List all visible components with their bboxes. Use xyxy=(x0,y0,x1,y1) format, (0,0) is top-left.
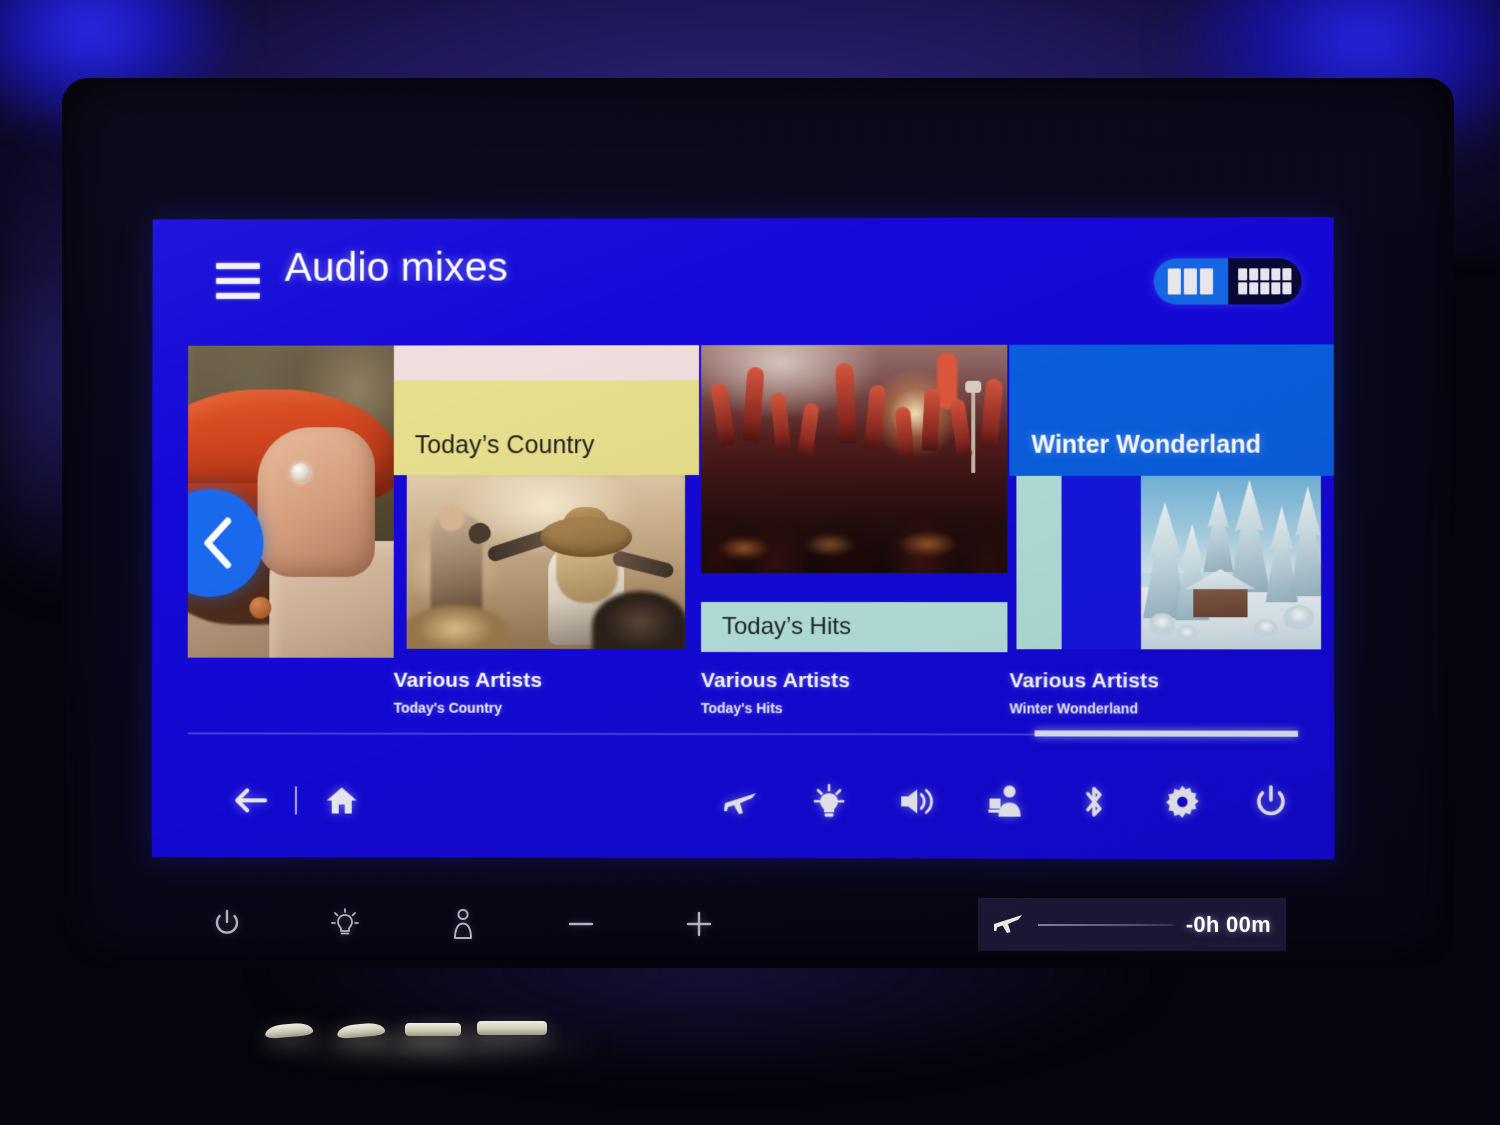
flight-progress-widget[interactable]: -0h 00m xyxy=(978,898,1286,951)
mix-subtitle: Today's Hits xyxy=(700,700,783,717)
airplane-icon xyxy=(992,908,1026,941)
home-icon[interactable] xyxy=(319,777,365,823)
bezel-control-row xyxy=(205,902,721,946)
toolbar-right-group xyxy=(718,778,1294,825)
snowy-forest-photo xyxy=(1140,475,1322,650)
power-icon[interactable] xyxy=(1248,778,1294,824)
tile-icon xyxy=(1168,268,1182,295)
album-art: Winter Wonderland xyxy=(1009,344,1335,659)
art-blue-stripe xyxy=(1061,475,1142,650)
hardware-button-pill[interactable] xyxy=(477,1021,547,1035)
carousel-view-toggle[interactable] xyxy=(1153,258,1228,305)
hamburger-line xyxy=(216,292,260,299)
speaker-icon[interactable] xyxy=(894,778,940,824)
mix-card-todays-country[interactable]: Today’s Country Various Artists Today's … xyxy=(393,345,700,716)
card-meta: Various Artists Winter Wonderland xyxy=(1009,658,1334,716)
mix-card-winter-wonderland[interactable]: Winter Wonderland Various Artists Winter… xyxy=(1009,344,1335,716)
artist-name: Various Artists xyxy=(393,668,543,692)
arrow-left-icon[interactable] xyxy=(227,777,273,823)
mix-card-peek[interactable] xyxy=(187,345,405,658)
mix-subtitle: Today's Country xyxy=(393,699,503,716)
bezel-volume-down-button[interactable] xyxy=(559,902,603,946)
artist-name: Various Artists xyxy=(1009,669,1160,693)
hardware-button-pill[interactable] xyxy=(405,1023,461,1036)
art-cyan-stripe xyxy=(1016,475,1062,650)
mix-card-todays-hits[interactable]: Today’s Hits Various Artists Today's Hit… xyxy=(700,344,1008,717)
country-festival-photo xyxy=(406,475,686,649)
album-art: Today’s Hits xyxy=(700,344,1008,659)
photo-of-ife-screen: Audio mixes Today’s Country Various Arti… xyxy=(0,0,1500,1125)
mix-subtitle: Winter Wonderland xyxy=(1009,700,1139,717)
audio-mixes-carousel[interactable]: Today’s Country Various Artists Today's … xyxy=(152,344,1335,731)
hamburger-line xyxy=(216,277,260,284)
carousel-scrollbar[interactable] xyxy=(152,729,1334,738)
art-title-band: Winter Wonderland xyxy=(1009,344,1334,476)
toolbar-divider xyxy=(294,785,297,814)
hardware-button-row xyxy=(255,1012,575,1052)
bezel-attendant-call-button[interactable] xyxy=(441,902,485,946)
album-art: Today’s Country xyxy=(393,345,700,659)
art-gap xyxy=(701,572,1008,603)
tile-icon xyxy=(1200,268,1214,295)
airplane-icon[interactable] xyxy=(718,778,764,824)
album-art xyxy=(187,345,405,658)
grid-view-toggle[interactable] xyxy=(1227,258,1302,305)
hardware-button-curved[interactable] xyxy=(264,1021,314,1040)
bezel-reading-light-button[interactable] xyxy=(323,902,367,946)
page-title: Audio mixes xyxy=(284,243,508,290)
app-header: Audio mixes xyxy=(152,217,1333,346)
mix-title: Today’s Hits xyxy=(721,613,852,641)
view-toggle[interactable] xyxy=(1153,258,1302,305)
hamburger-line xyxy=(216,262,260,270)
card-meta: Various Artists Today's Hits xyxy=(701,658,1008,716)
scrollbar-thumb[interactable] xyxy=(1034,730,1299,737)
mix-title: Winter Wonderland xyxy=(1031,430,1261,459)
gear-icon[interactable] xyxy=(1159,778,1205,824)
concert-crowd-photo xyxy=(701,344,1008,574)
tile-icon xyxy=(1184,268,1198,295)
artist-name: Various Artists xyxy=(700,669,851,693)
flight-progress-track xyxy=(1038,923,1174,926)
mix-title: Today’s Country xyxy=(414,431,595,460)
hamburger-icon[interactable] xyxy=(216,262,260,299)
flight-attendant-icon[interactable] xyxy=(982,778,1028,824)
hardware-button-curved[interactable] xyxy=(336,1021,386,1040)
flight-time-remaining: -0h 00m xyxy=(1185,911,1271,937)
art-title-band: Today’s Country xyxy=(393,380,700,476)
toolbar-left-group xyxy=(227,777,364,823)
bezel-power-button[interactable] xyxy=(205,902,249,946)
app-toolbar xyxy=(152,742,1335,859)
grid-icon xyxy=(1237,268,1292,295)
card-meta: Various Artists Today's Country xyxy=(394,658,699,716)
bluetooth-icon[interactable] xyxy=(1071,778,1117,824)
art-pink-strip xyxy=(393,345,700,381)
lightbulb-icon[interactable] xyxy=(806,778,852,824)
bezel-volume-up-button[interactable] xyxy=(677,902,721,946)
art-title-band: Today’s Hits xyxy=(700,601,1008,653)
ife-screen: Audio mixes Today’s Country Various Arti… xyxy=(151,217,1335,860)
